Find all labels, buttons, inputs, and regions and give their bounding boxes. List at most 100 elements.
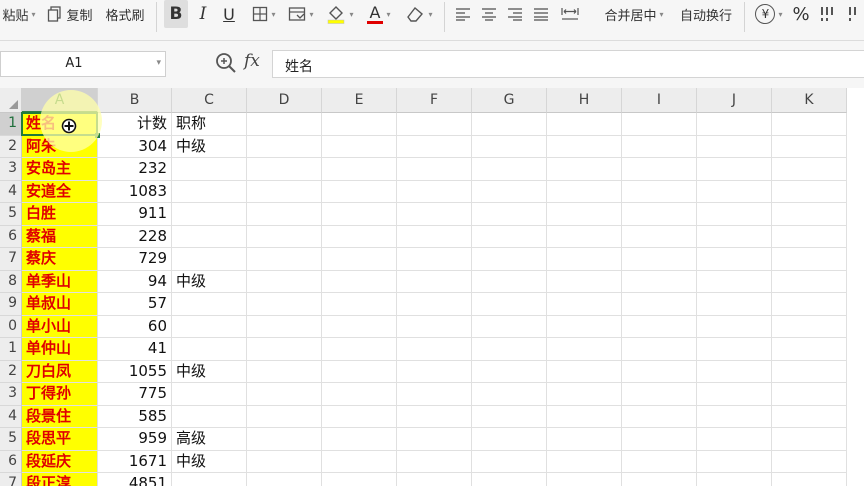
cell-c-row[interactable] [172, 180, 247, 203]
empty-cell[interactable] [472, 180, 547, 203]
empty-cell[interactable] [622, 338, 697, 361]
cell-a-row[interactable]: 蔡庆 [22, 248, 98, 271]
empty-cell[interactable] [247, 315, 322, 338]
empty-cell[interactable] [697, 405, 772, 428]
cell-c-row[interactable] [172, 338, 247, 361]
cell-c-row[interactable]: 中级 [172, 270, 247, 293]
column-header-e[interactable]: E [322, 88, 397, 113]
empty-cell[interactable] [772, 405, 847, 428]
row-header[interactable]: 7 [0, 473, 22, 486]
empty-cell[interactable] [322, 450, 397, 473]
cell-c-row[interactable] [172, 203, 247, 226]
cell-b-row[interactable]: 959 [98, 428, 172, 451]
cell-a-row[interactable]: 单仲山 [22, 338, 98, 361]
row-header[interactable]: 3 [0, 158, 22, 181]
cell-a-row[interactable]: 安岛主 [22, 158, 98, 181]
empty-cell[interactable] [547, 360, 622, 383]
cell-c-row[interactable]: 中级 [172, 135, 247, 158]
column-header-k[interactable]: K [772, 88, 847, 113]
empty-cell[interactable] [322, 113, 397, 136]
empty-cell[interactable] [697, 293, 772, 316]
cell-a-row[interactable]: 刀白凤 [22, 360, 98, 383]
empty-cell[interactable] [622, 180, 697, 203]
empty-cell[interactable] [322, 248, 397, 271]
empty-cell[interactable] [247, 405, 322, 428]
empty-cell[interactable] [772, 338, 847, 361]
distribute-button[interactable] [556, 0, 584, 28]
empty-cell[interactable] [397, 450, 472, 473]
empty-cell[interactable] [322, 473, 397, 486]
cell-a-row[interactable]: 丁得孙 [22, 383, 98, 406]
empty-cell[interactable] [547, 203, 622, 226]
empty-cell[interactable] [772, 113, 847, 136]
column-header-d[interactable]: D [247, 88, 322, 113]
column-header-h[interactable]: H [547, 88, 622, 113]
empty-cell[interactable] [247, 135, 322, 158]
empty-cell[interactable] [322, 338, 397, 361]
cell-a-row[interactable]: 段正淳 [22, 473, 98, 486]
row-header[interactable]: 2 [0, 135, 22, 158]
empty-cell[interactable] [547, 405, 622, 428]
empty-cell[interactable] [697, 135, 772, 158]
fill-handle[interactable] [95, 132, 100, 138]
empty-cell[interactable] [772, 360, 847, 383]
cell-b-row[interactable]: 1055 [98, 360, 172, 383]
empty-cell[interactable] [772, 158, 847, 181]
empty-cell[interactable] [547, 113, 622, 136]
column-header-c[interactable]: C [172, 88, 247, 113]
empty-cell[interactable] [772, 225, 847, 248]
zoom-icon[interactable] [214, 51, 238, 75]
empty-cell[interactable] [397, 248, 472, 271]
row-header[interactable]: 7 [0, 248, 22, 271]
empty-cell[interactable] [622, 383, 697, 406]
empty-cell[interactable] [622, 315, 697, 338]
empty-cell[interactable] [547, 293, 622, 316]
formula-input[interactable]: 姓名 [272, 50, 864, 78]
empty-cell[interactable] [322, 315, 397, 338]
empty-cell[interactable] [622, 270, 697, 293]
bold-button[interactable]: B [164, 0, 188, 28]
column-header-g[interactable]: G [472, 88, 547, 113]
empty-cell[interactable] [472, 158, 547, 181]
empty-cell[interactable] [547, 450, 622, 473]
cell-c-row[interactable] [172, 293, 247, 316]
empty-cell[interactable] [622, 248, 697, 271]
empty-cell[interactable] [697, 428, 772, 451]
empty-cell[interactable] [772, 293, 847, 316]
column-header-b[interactable]: B [98, 88, 172, 113]
cell-c-row[interactable]: 中级 [172, 360, 247, 383]
cell-c-row[interactable] [172, 248, 247, 271]
empty-cell[interactable] [547, 428, 622, 451]
row-header[interactable]: 4 [0, 180, 22, 203]
empty-cell[interactable] [397, 360, 472, 383]
empty-cell[interactable] [622, 405, 697, 428]
empty-cell[interactable] [547, 383, 622, 406]
empty-cell[interactable] [247, 338, 322, 361]
empty-cell[interactable] [247, 383, 322, 406]
empty-cell[interactable] [697, 180, 772, 203]
paste-button[interactable]: 粘贴 ▾ [0, 0, 38, 28]
align-left-button[interactable] [452, 0, 474, 28]
cell-b-row[interactable]: 911 [98, 203, 172, 226]
empty-cell[interactable] [472, 338, 547, 361]
empty-cell[interactable] [322, 203, 397, 226]
empty-cell[interactable] [547, 315, 622, 338]
empty-cell[interactable] [772, 428, 847, 451]
empty-cell[interactable] [697, 113, 772, 136]
empty-cell[interactable] [472, 383, 547, 406]
empty-cell[interactable] [397, 428, 472, 451]
empty-cell[interactable] [322, 180, 397, 203]
empty-cell[interactable] [397, 203, 472, 226]
cell-c-row[interactable]: 职称 [172, 113, 247, 136]
empty-cell[interactable] [472, 203, 547, 226]
empty-cell[interactable] [472, 293, 547, 316]
cell-c-row[interactable] [172, 225, 247, 248]
row-header[interactable]: 4 [0, 405, 22, 428]
empty-cell[interactable] [697, 360, 772, 383]
empty-cell[interactable] [622, 428, 697, 451]
cell-b-row[interactable]: 60 [98, 315, 172, 338]
cell-c-row[interactable]: 中级 [172, 450, 247, 473]
cell-c-row[interactable] [172, 473, 247, 486]
fill-color-button[interactable]: ▾ [322, 0, 358, 28]
row-header[interactable]: 9 [0, 293, 22, 316]
